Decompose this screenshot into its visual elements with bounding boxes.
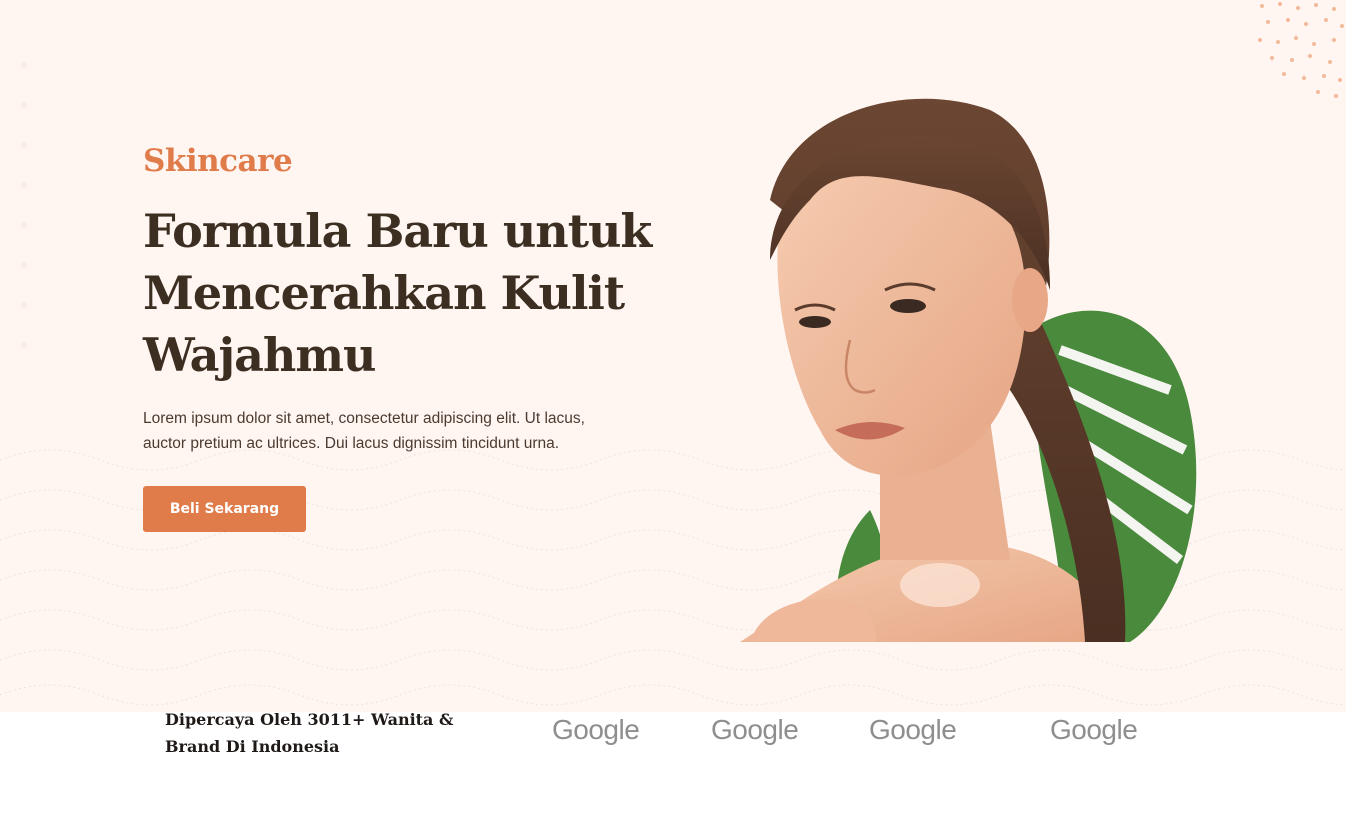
hero-description: Lorem ipsum dolor sit amet, consectetur … xyxy=(143,406,623,456)
model-portrait-image xyxy=(740,98,1197,642)
hero-section: Skincare Formula Baru untuk Mencerahkan … xyxy=(0,0,1346,712)
eyebrow-label: Skincare xyxy=(143,143,293,179)
buy-now-button[interactable]: Beli Sekarang xyxy=(143,486,306,532)
google-logo: Google xyxy=(552,714,640,745)
headline-line: Wajahmu xyxy=(143,328,376,382)
headline-line: Mencerahkan Kulit xyxy=(143,266,625,320)
description-line: auctor pretium ac ultrices. Dui lacus di… xyxy=(143,435,560,452)
dot-cluster-decoration xyxy=(1258,2,1344,98)
partner-logos-row: Google Google Google Google xyxy=(0,712,1346,752)
google-logo: Google xyxy=(1050,714,1138,745)
headline-line: Formula Baru untuk xyxy=(143,204,652,258)
hero-headline: Formula Baru untuk Mencerahkan Kulit Waj… xyxy=(143,200,663,386)
google-logo: Google xyxy=(711,714,799,745)
dot-column-decoration xyxy=(21,62,27,348)
google-logo: Google xyxy=(869,714,957,745)
description-line: Lorem ipsum dolor sit amet, consectetur … xyxy=(143,410,585,427)
